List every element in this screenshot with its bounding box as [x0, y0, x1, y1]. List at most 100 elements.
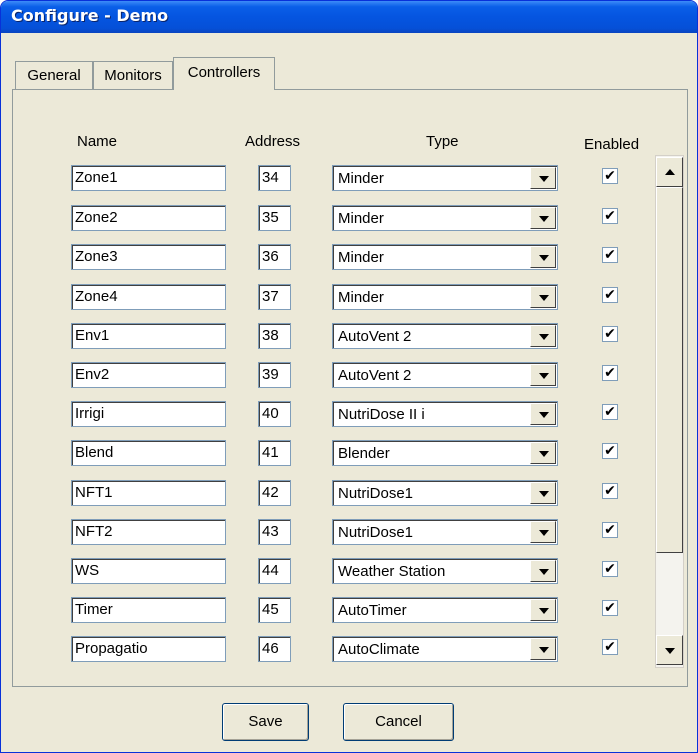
controller-address-field[interactable]: 38 — [258, 323, 291, 349]
controller-address-field[interactable]: 34 — [258, 165, 291, 191]
controller-name-field[interactable]: WS — [71, 558, 226, 584]
controller-type-select[interactable]: AutoClimate — [332, 636, 558, 662]
enabled-checkbox[interactable]: ✔ — [602, 168, 618, 184]
controller-type-select[interactable]: Minder — [332, 205, 558, 231]
controller-name-field[interactable]: Blend — [71, 440, 226, 466]
column-header-name: Name — [77, 133, 118, 150]
controller-row: WS 44 Weather Station ✔ — [1, 558, 697, 588]
controller-row: Env1 38 AutoVent 2 ✔ — [1, 323, 697, 353]
column-header-address: Address — [245, 133, 301, 150]
controller-type-select[interactable]: NutriDose1 — [332, 519, 558, 545]
controller-type-value: NutriDose II i — [338, 406, 425, 423]
controller-name-field[interactable]: Env1 — [71, 323, 226, 349]
controller-name-field[interactable]: Zone2 — [71, 205, 226, 231]
dropdown-button[interactable] — [530, 167, 556, 189]
controller-type-select[interactable]: AutoTimer — [332, 597, 558, 623]
controller-address-field[interactable]: 42 — [258, 480, 291, 506]
controller-type-select[interactable]: Blender — [332, 440, 558, 466]
controller-row: Zone4 37 Minder ✔ — [1, 284, 697, 314]
tab-monitors[interactable]: Monitors — [93, 61, 173, 89]
scroll-up-button[interactable] — [656, 157, 683, 187]
controller-type-select[interactable]: AutoVent 2 — [332, 323, 558, 349]
controller-type-select[interactable]: Minder — [332, 284, 558, 310]
scrollbar-thumb[interactable] — [656, 187, 683, 553]
controller-type-select[interactable]: Minder — [332, 244, 558, 270]
controller-name-field[interactable]: Timer — [71, 597, 226, 623]
enabled-checkbox[interactable]: ✔ — [602, 247, 618, 263]
controller-row: Irrigi 40 NutriDose II i ✔ — [1, 401, 697, 431]
controller-address-field[interactable]: 46 — [258, 636, 291, 662]
checkmark-icon: ✔ — [604, 443, 616, 459]
dropdown-button[interactable] — [530, 442, 556, 464]
dropdown-button[interactable] — [530, 207, 556, 229]
controller-name-field[interactable]: Zone3 — [71, 244, 226, 270]
controller-type-select[interactable]: AutoVent 2 — [332, 362, 558, 388]
dropdown-button[interactable] — [530, 364, 556, 386]
window-title: Configure - Demo — [11, 6, 169, 25]
chevron-down-icon — [539, 176, 549, 182]
controller-name-field[interactable]: Propagatio — [71, 636, 226, 662]
controller-name-field[interactable]: Irrigi — [71, 401, 226, 427]
enabled-checkbox[interactable]: ✔ — [602, 483, 618, 499]
checkmark-icon: ✔ — [604, 287, 616, 303]
chevron-down-icon — [539, 569, 549, 575]
enabled-checkbox[interactable]: ✔ — [602, 522, 618, 538]
chevron-down-icon — [539, 608, 549, 614]
dropdown-button[interactable] — [530, 482, 556, 504]
controller-type-select[interactable]: NutriDose1 — [332, 480, 558, 506]
dropdown-button[interactable] — [530, 599, 556, 621]
enabled-checkbox[interactable]: ✔ — [602, 208, 618, 224]
enabled-checkbox[interactable]: ✔ — [602, 443, 618, 459]
enabled-checkbox[interactable]: ✔ — [602, 600, 618, 616]
scroll-down-button[interactable] — [656, 635, 683, 665]
controller-type-value: NutriDose1 — [338, 485, 414, 502]
enabled-checkbox[interactable]: ✔ — [602, 404, 618, 420]
controller-row: NFT1 42 NutriDose1 ✔ — [1, 480, 697, 510]
enabled-checkbox[interactable]: ✔ — [602, 287, 618, 303]
controller-name-field[interactable]: NFT1 — [71, 480, 226, 506]
dropdown-button[interactable] — [530, 403, 556, 425]
dropdown-button[interactable] — [530, 638, 556, 660]
enabled-checkbox[interactable]: ✔ — [602, 365, 618, 381]
dropdown-button[interactable] — [530, 325, 556, 347]
chevron-down-icon — [539, 647, 549, 653]
title-bar[interactable]: Configure - Demo — [1, 1, 697, 33]
controller-address-field[interactable]: 39 — [258, 362, 291, 388]
cancel-button[interactable]: Cancel — [343, 703, 454, 741]
dropdown-button[interactable] — [530, 286, 556, 308]
scroll-down-arrow-icon — [665, 648, 675, 654]
controller-type-select[interactable]: Minder — [332, 165, 558, 191]
controller-name-field[interactable]: Env2 — [71, 362, 226, 388]
controller-name-field[interactable]: Zone4 — [71, 284, 226, 310]
checkmark-icon: ✔ — [604, 561, 616, 577]
controller-name-field[interactable]: Zone1 — [71, 165, 226, 191]
controller-type-value: Minder — [338, 289, 384, 306]
controller-type-select[interactable]: NutriDose II i — [332, 401, 558, 427]
checkmark-icon: ✔ — [604, 247, 616, 263]
controller-address-field[interactable]: 43 — [258, 519, 291, 545]
save-button[interactable]: Save — [222, 703, 309, 741]
chevron-down-icon — [539, 412, 549, 418]
dropdown-button[interactable] — [530, 246, 556, 268]
controller-type-value: Weather Station — [338, 563, 446, 580]
enabled-checkbox[interactable]: ✔ — [602, 561, 618, 577]
enabled-checkbox[interactable]: ✔ — [602, 326, 618, 342]
tab-controllers[interactable]: Controllers — [173, 57, 275, 90]
controller-address-field[interactable]: 44 — [258, 558, 291, 584]
tab-general[interactable]: General — [15, 61, 93, 89]
controller-name-field[interactable]: NFT2 — [71, 519, 226, 545]
dropdown-button[interactable] — [530, 560, 556, 582]
enabled-checkbox[interactable]: ✔ — [602, 639, 618, 655]
controller-address-field[interactable]: 45 — [258, 597, 291, 623]
controller-address-field[interactable]: 37 — [258, 284, 291, 310]
checkmark-icon: ✔ — [604, 483, 616, 499]
controller-address-field[interactable]: 41 — [258, 440, 291, 466]
controller-type-value: Minder — [338, 249, 384, 266]
chevron-down-icon — [539, 373, 549, 379]
controller-address-field[interactable]: 40 — [258, 401, 291, 427]
controller-address-field[interactable]: 35 — [258, 205, 291, 231]
dropdown-button[interactable] — [530, 521, 556, 543]
controller-address-field[interactable]: 36 — [258, 244, 291, 270]
controller-type-select[interactable]: Weather Station — [332, 558, 558, 584]
scroll-up-arrow-icon — [665, 169, 675, 175]
